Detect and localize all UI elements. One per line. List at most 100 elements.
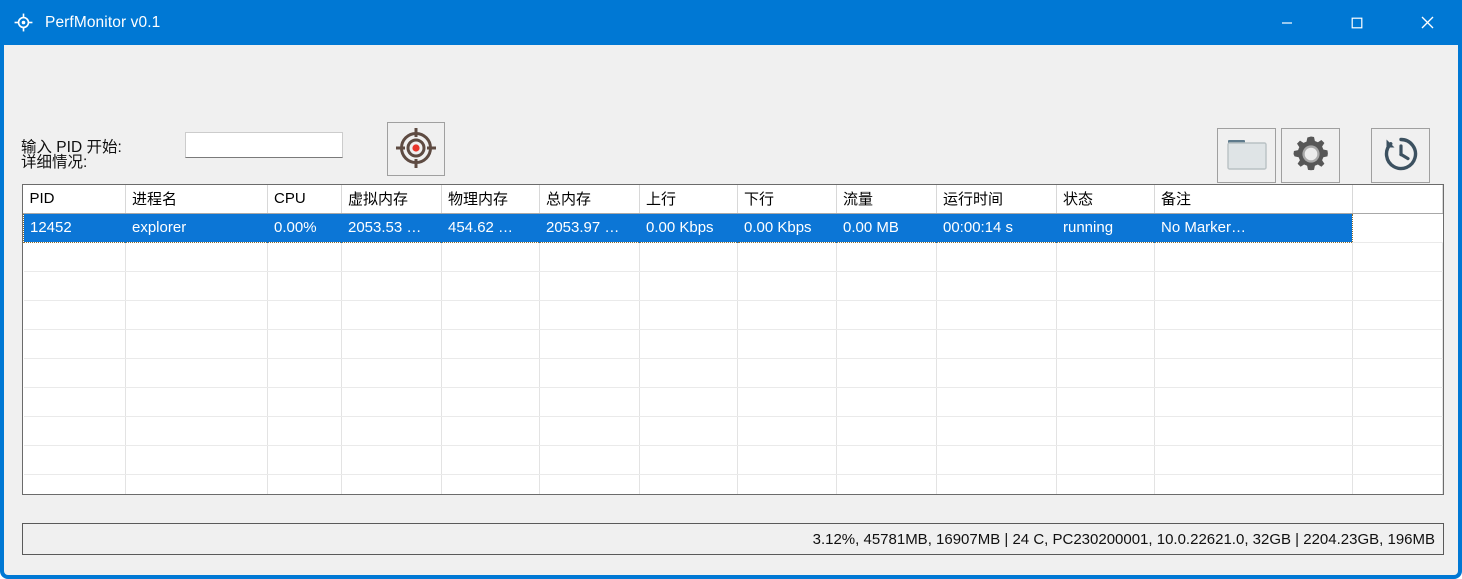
table-cell[interactable] — [23, 445, 126, 475]
table-cell[interactable] — [1352, 445, 1443, 475]
table-cell[interactable] — [125, 242, 268, 272]
column-header-PID[interactable]: PID — [23, 185, 126, 214]
table-cell[interactable] — [836, 358, 937, 388]
table-cell[interactable] — [737, 445, 837, 475]
table-cell[interactable] — [341, 474, 442, 494]
table-cell[interactable] — [539, 242, 640, 272]
table-cell[interactable] — [23, 242, 126, 272]
table-cell[interactable] — [1056, 387, 1155, 417]
table-row[interactable] — [23, 329, 1443, 359]
table-cell[interactable] — [1352, 242, 1443, 272]
table-cell[interactable] — [936, 474, 1057, 494]
table-cell[interactable] — [125, 445, 268, 475]
table-cell[interactable] — [936, 329, 1057, 359]
table-row[interactable] — [23, 300, 1443, 330]
table-cell[interactable] — [267, 271, 342, 301]
table-cell[interactable] — [125, 416, 268, 446]
table-row[interactable] — [23, 445, 1443, 475]
table-cell[interactable] — [1056, 242, 1155, 272]
column-header-虚拟内存[interactable]: 虚拟内存 — [341, 185, 442, 214]
table-cell[interactable] — [125, 271, 268, 301]
table-cell[interactable] — [125, 300, 268, 330]
table-cell[interactable] — [341, 300, 442, 330]
table-cell[interactable] — [1352, 387, 1443, 417]
table-cell[interactable] — [836, 300, 937, 330]
column-header-备注[interactable]: 备注 — [1154, 185, 1353, 214]
table-row[interactable]: 12452 explorer 0.00% 2053.53 … 454.62 … 2053.… — [23, 212, 1443, 243]
pid-input[interactable] — [185, 132, 343, 158]
table-row[interactable] — [23, 271, 1443, 301]
table-cell[interactable] — [267, 358, 342, 388]
table-cell[interactable] — [836, 445, 937, 475]
table-cell[interactable] — [1154, 358, 1353, 388]
table-cell[interactable] — [639, 445, 738, 475]
table-cell[interactable] — [936, 242, 1057, 272]
table-cell[interactable] — [539, 300, 640, 330]
table-row[interactable] — [23, 416, 1443, 446]
table-cell[interactable] — [639, 358, 738, 388]
table-cell[interactable] — [836, 242, 937, 272]
table-cell[interactable] — [1352, 213, 1443, 243]
table-cell[interactable] — [23, 358, 126, 388]
table-cell[interactable] — [1352, 271, 1443, 301]
table-cell[interactable] — [441, 300, 540, 330]
table-cell[interactable] — [23, 300, 126, 330]
table-row[interactable] — [23, 387, 1443, 417]
table-cell[interactable] — [539, 445, 640, 475]
table-cell[interactable] — [639, 329, 738, 359]
column-header-状态[interactable]: 状态 — [1056, 185, 1155, 214]
table-cell[interactable] — [267, 242, 342, 272]
table-cell[interactable]: 0.00 Kbps — [737, 212, 837, 243]
table-cell[interactable] — [639, 387, 738, 417]
table-cell[interactable] — [441, 445, 540, 475]
table-cell[interactable] — [1056, 474, 1155, 494]
table-cell[interactable] — [267, 329, 342, 359]
minimize-button[interactable] — [1252, 0, 1322, 45]
table-row[interactable] — [23, 358, 1443, 388]
table-cell[interactable] — [936, 300, 1057, 330]
table-cell[interactable] — [936, 445, 1057, 475]
column-header-CPU[interactable]: CPU — [267, 185, 342, 214]
table-cell[interactable] — [639, 416, 738, 446]
table-cell[interactable] — [341, 416, 442, 446]
table-cell[interactable] — [1056, 445, 1155, 475]
table-cell[interactable]: 454.62 … — [441, 212, 540, 243]
table-cell[interactable] — [267, 445, 342, 475]
table-cell[interactable] — [836, 329, 937, 359]
table-cell[interactable] — [836, 271, 937, 301]
table-cell[interactable] — [341, 329, 442, 359]
history-button[interactable] — [1371, 128, 1430, 183]
table-cell[interactable] — [639, 300, 738, 330]
column-header-运行时间[interactable]: 运行时间 — [936, 185, 1057, 214]
table-cell[interactable]: 0.00 Kbps — [639, 212, 738, 243]
table-cell[interactable] — [1154, 416, 1353, 446]
table-cell[interactable] — [639, 474, 738, 494]
table-cell[interactable] — [836, 474, 937, 494]
table-cell[interactable] — [125, 358, 268, 388]
table-cell[interactable] — [1056, 416, 1155, 446]
table-cell[interactable] — [441, 416, 540, 446]
table-cell[interactable] — [539, 474, 640, 494]
table-cell[interactable] — [23, 416, 126, 446]
table-cell[interactable] — [737, 474, 837, 494]
table-cell[interactable] — [23, 387, 126, 417]
table-cell[interactable] — [1154, 271, 1353, 301]
table-cell[interactable] — [23, 474, 126, 494]
column-header-总内存[interactable]: 总内存 — [539, 185, 640, 214]
table-cell[interactable] — [341, 387, 442, 417]
table-cell[interactable] — [441, 387, 540, 417]
table-cell[interactable]: 12452 — [23, 212, 126, 243]
table-cell[interactable] — [737, 416, 837, 446]
table-cell[interactable] — [341, 445, 442, 475]
table-cell[interactable] — [1352, 329, 1443, 359]
table-cell[interactable] — [267, 300, 342, 330]
table-cell[interactable] — [737, 271, 837, 301]
table-cell[interactable] — [1352, 300, 1443, 330]
table-cell[interactable] — [267, 416, 342, 446]
table-cell[interactable] — [267, 474, 342, 494]
table-cell[interactable] — [1352, 416, 1443, 446]
table-cell[interactable] — [737, 242, 837, 272]
table-cell[interactable] — [125, 474, 268, 494]
table-cell[interactable] — [125, 387, 268, 417]
table-cell[interactable] — [639, 271, 738, 301]
